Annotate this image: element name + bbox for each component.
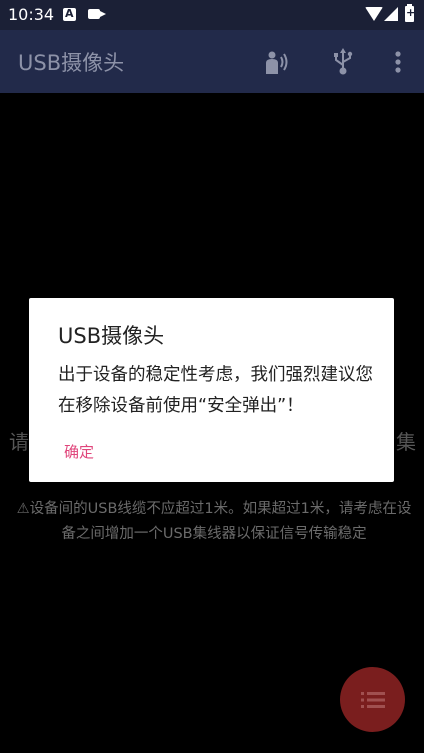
video-camera-icon [88,9,106,19]
a-notification-icon [63,7,76,21]
background-text-right: 集 [396,430,416,454]
dialog-message: 出于设备的稳定性考虑，我们强烈建议您在移除设备前使用“安全弹出”！ [58,365,373,416]
app-title: USB摄像头 [18,51,125,75]
app-bar: USB摄像头 [0,30,424,93]
dialog-title: USB摄像头 [58,324,165,348]
status-bar: 10:34 [0,0,424,30]
safe-eject-dialog: USB摄像头 出于设备的稳定性考虑，我们强烈建议您在移除设备前使用“安全弹出”！… [29,298,394,482]
voice-icon[interactable] [264,50,290,74]
list-icon [360,691,385,708]
more-vert-icon[interactable] [389,48,407,76]
wifi-icon [365,7,383,21]
screen: 10:34 USB摄像头 请 集 ⚠设备间的US [0,0,424,753]
battery-icon [405,4,415,22]
ok-button[interactable]: 确定 [54,438,104,465]
menu-fab[interactable] [340,667,405,732]
background-text-left: 请 [9,430,29,454]
usb-icon[interactable] [332,48,354,76]
usb-cable-warning: ⚠设备间的USB线缆不应超过1米。如果超过1米，请考虑在设备之间增加一个USB集… [16,501,412,542]
status-time: 10:34 [8,5,55,24]
cell-signal-icon [384,7,398,21]
